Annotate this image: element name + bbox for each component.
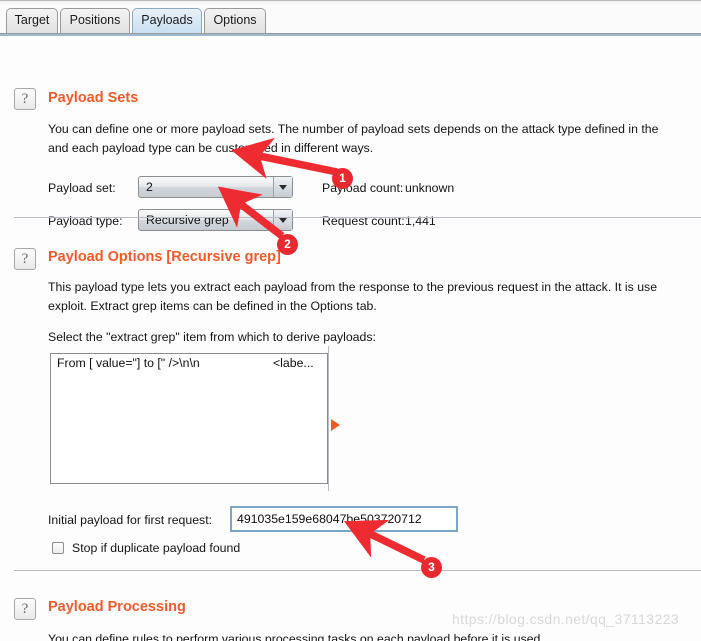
extract-grep-listbox[interactable]: From [ value="] to [" />\n\n <labe... <box>50 353 328 484</box>
listbox-right-divider <box>328 346 329 491</box>
payloads-panel: ? Payload Sets You can define one or mor… <box>0 34 701 641</box>
initial-payload-label: Initial payload for first request: <box>48 513 213 527</box>
payload-set-dropdown[interactable]: 2 <box>138 176 293 198</box>
payload-set-label: Payload set: <box>48 181 116 195</box>
chevron-down-icon <box>273 177 292 197</box>
chevron-down-icon <box>273 210 292 230</box>
payload-sets-description-line1: You can define one or more payload sets.… <box>48 122 659 136</box>
checkbox-box-icon <box>52 542 64 554</box>
grep-item-pattern: From [ value="] to [" />\n\n <box>57 356 200 370</box>
payload-count-value: unknown <box>405 181 455 195</box>
section-divider-2 <box>14 570 701 571</box>
section-divider-1 <box>14 217 701 218</box>
watermark-text: https://blog.csdn.net/qq_37113223 <box>452 611 680 627</box>
initial-payload-input[interactable] <box>230 506 458 532</box>
tab-payloads[interactable]: Payloads <box>132 8 202 33</box>
list-item[interactable]: From [ value="] to [" />\n\n <labe... <box>51 354 327 372</box>
extract-grep-select-label: Select the "extract grep" item from whic… <box>48 330 376 344</box>
payload-options-help-icon[interactable]: ? <box>14 248 36 270</box>
payload-sets-description-line2: and each payload type can be customized … <box>48 141 374 155</box>
triangle-right-icon[interactable] <box>331 419 340 431</box>
payload-set-value: 2 <box>146 180 153 194</box>
payload-type-dropdown[interactable]: Recursive grep <box>138 209 293 231</box>
payload-sets-help-icon[interactable]: ? <box>14 88 36 110</box>
payload-options-description-line1: This payload type lets you extract each … <box>48 280 658 294</box>
payload-count-label: Payload count: <box>322 181 404 195</box>
burp-intruder-payloads-window: Target Positions Payloads Options ? Payl… <box>0 0 701 641</box>
payload-options-description-line2: exploit. Extract grep items can be defin… <box>48 299 377 313</box>
grep-item-label: <labe... <box>273 356 314 370</box>
payload-type-value: Recursive grep <box>146 213 229 227</box>
payload-processing-description: You can define rules to perform various … <box>48 632 544 641</box>
tab-positions[interactable]: Positions <box>60 8 130 33</box>
tab-options[interactable]: Options <box>204 8 266 33</box>
payload-sets-title: Payload Sets <box>48 90 139 106</box>
tab-bar: Target Positions Payloads Options <box>0 4 701 34</box>
payload-options-title: Payload Options [Recursive grep] <box>48 249 281 265</box>
stop-duplicate-payload-label: Stop if duplicate payload found <box>72 541 241 555</box>
tab-target[interactable]: Target <box>6 8 58 33</box>
payload-processing-title: Payload Processing <box>48 599 186 615</box>
payload-processing-help-icon[interactable]: ? <box>14 598 36 620</box>
